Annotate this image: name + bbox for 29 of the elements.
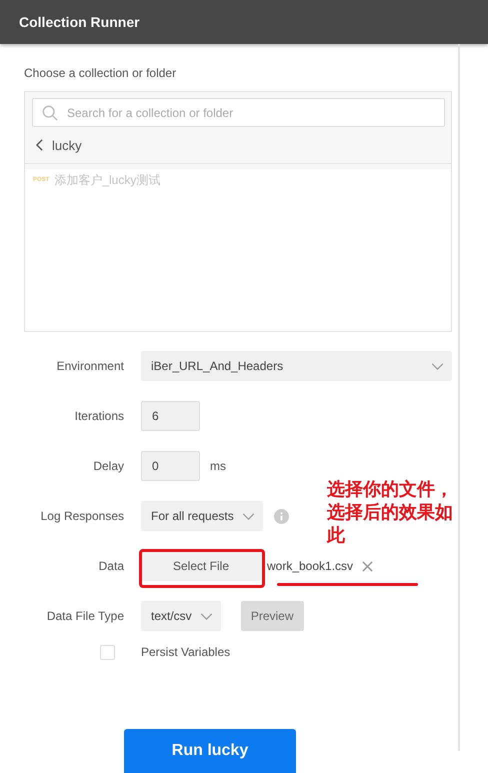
field-label: Data [98, 559, 124, 573]
section-label: Choose a collection or folder [24, 66, 178, 80]
field-label: Data File Type [46, 609, 124, 623]
search-field[interactable]: Search for a collection or folder [32, 98, 445, 127]
checkbox-label: Persist Variables [141, 645, 230, 659]
file-name: work_book1.csv [267, 559, 354, 573]
unit-label: ms [210, 459, 226, 473]
field-label: Log Responses [40, 509, 124, 523]
field-label: Environment [56, 359, 124, 373]
dropdown[interactable]: iBer_URL_And_Headers [141, 351, 452, 381]
dropdown[interactable]: For all requests [141, 501, 263, 531]
chevron-down-icon [200, 612, 213, 620]
checkbox[interactable] [100, 644, 115, 660]
field-label: Delay [93, 459, 124, 473]
input-field[interactable]: 6 [141, 401, 200, 431]
dropdown[interactable]: text/csv [141, 601, 221, 631]
input-field[interactable]: 0 [141, 451, 200, 481]
close-icon[interactable] [362, 560, 374, 572]
chevron-down-icon [242, 512, 255, 520]
select-file-button[interactable]: Select File [141, 551, 261, 581]
info-icon[interactable] [274, 508, 289, 524]
annotation-text: 选择你的文件，选择后的效果如此 [327, 478, 454, 547]
field-label: Iterations [74, 409, 124, 423]
chevron-left-icon[interactable] [36, 139, 43, 151]
chevron-down-icon [431, 362, 444, 370]
preview-button[interactable]: Preview [240, 601, 304, 631]
folder-name: lucky [52, 138, 82, 152]
run-button[interactable]: Run lucky [124, 729, 296, 773]
window-title: Collection Runner [19, 14, 140, 30]
